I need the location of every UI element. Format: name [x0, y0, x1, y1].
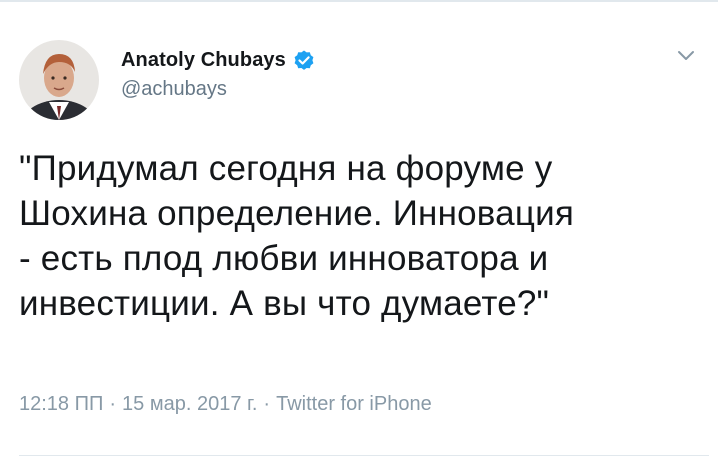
- tweet-source[interactable]: Twitter for iPhone: [276, 393, 432, 416]
- avatar[interactable]: [19, 40, 99, 120]
- bottom-divider: [19, 455, 709, 456]
- author-handle[interactable]: @achubays: [121, 78, 227, 101]
- author-display-name[interactable]: Anatoly Chubays: [121, 49, 286, 72]
- verified-badge-icon: [292, 48, 316, 72]
- tweet-text-line: Шохина определение. Инновация: [19, 194, 574, 233]
- tweet-date[interactable]: 15 мар. 2017 г.: [122, 393, 257, 416]
- author-name-row: Anatoly Chubays: [121, 45, 316, 75]
- tweet-text-line: - есть плод любви инноватора и: [19, 239, 549, 278]
- chevron-down-icon[interactable]: [674, 46, 698, 66]
- tweet-text: "Придумал сегодня на форуме у Шохина опр…: [19, 146, 709, 326]
- meta-separator: ·: [263, 393, 271, 415]
- tweet-time[interactable]: 12:18 ПП: [19, 393, 103, 416]
- tweet-meta: 12:18 ПП · 15 мар. 2017 г. · Twitter for…: [19, 393, 432, 416]
- meta-separator: ·: [109, 393, 117, 415]
- tweet-card: Anatoly Chubays @achubays "Придумал сего…: [0, 0, 718, 460]
- tweet-text-line: "Придумал сегодня на форуме у: [19, 149, 553, 188]
- tweet-text-line: инвестиции. А вы что думаете?": [19, 284, 550, 323]
